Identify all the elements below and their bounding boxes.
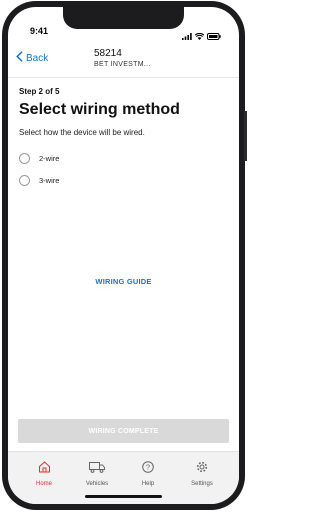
wiring-guide-link[interactable]: WIRING GUIDE	[8, 277, 239, 286]
help-icon: ?	[142, 460, 154, 478]
tab-label: Help	[141, 481, 155, 487]
radio-button[interactable]	[19, 175, 30, 186]
phone-frame: 9:41 Back 58214 BET INVESTM... Step 2 of…	[2, 1, 247, 510]
truck-icon	[89, 460, 105, 478]
tab-label: Vehicles	[85, 481, 109, 487]
tab-vehicles[interactable]: Vehicles	[74, 460, 120, 487]
option-2-wire[interactable]: 2-wire	[19, 153, 59, 164]
wiring-complete-button[interactable]: WIRING COMPLETE	[18, 419, 229, 443]
tab-settings[interactable]: Settings	[179, 460, 225, 487]
home-icon	[38, 460, 51, 478]
option-3-wire[interactable]: 3-wire	[19, 175, 59, 186]
nav-bar: Back 58214 BET INVESTM...	[8, 41, 239, 78]
tab-help[interactable]: ? Help	[125, 460, 171, 487]
instruction-text: Select how the device will be wired.	[19, 128, 145, 137]
nav-subtitle: BET INVESTM...	[94, 61, 151, 68]
step-indicator: Step 2 of 5	[19, 87, 60, 96]
screen: 9:41 Back 58214 BET INVESTM... Step 2 of…	[8, 7, 239, 504]
svg-text:?: ?	[146, 463, 150, 472]
tab-label: Settings	[191, 481, 213, 487]
side-button-right	[244, 111, 247, 161]
option-label: 3-wire	[39, 176, 60, 185]
nav-divider	[8, 77, 239, 78]
option-label: 2-wire	[39, 154, 60, 163]
status-time: 9:41	[30, 26, 49, 36]
gear-icon	[196, 460, 208, 478]
page-title: Select wiring method	[19, 101, 180, 118]
notch	[63, 7, 184, 29]
radio-button[interactable]	[19, 153, 30, 164]
chevron-left-icon	[16, 51, 23, 65]
back-label: Back	[26, 52, 49, 64]
back-button[interactable]: Back	[16, 51, 48, 65]
home-indicator	[85, 495, 162, 498]
tab-home[interactable]: Home	[21, 460, 67, 487]
nav-title: 58214	[94, 48, 122, 59]
tab-label: Home	[35, 481, 52, 487]
